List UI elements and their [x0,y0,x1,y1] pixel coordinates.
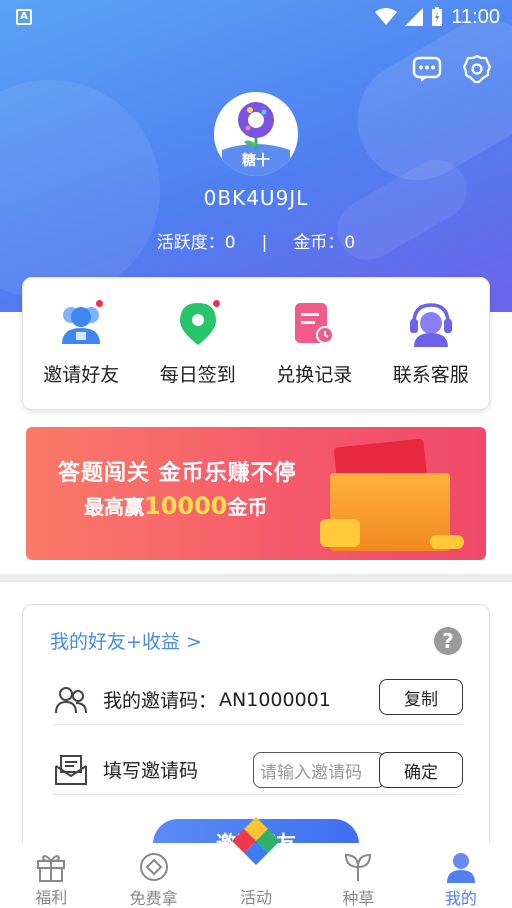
customer-service-action[interactable]: 联系客服 [373,278,490,409]
tab-label: 活动 [240,888,273,907]
section-divider [0,574,512,582]
sprout-icon [341,851,375,883]
users-icon [53,682,89,718]
fill-invite-code-label: 填写邀请码 [103,760,199,782]
coins-stat: 金币：0 [293,233,356,253]
tab-sprout[interactable]: 种草 [307,843,409,908]
my-invite-code-row: 我的邀请码： AN1000001 复制 [53,675,463,725]
banner-subline: 最高赢10000金币 [84,492,268,520]
user-icon [444,851,478,883]
invite-friends-action[interactable]: 邀请好友 [23,278,140,409]
tab-free[interactable]: 免费拿 [102,843,204,908]
activity-logo-icon[interactable] [230,815,282,867]
record-icon [290,300,338,348]
mail-icon [53,752,89,788]
tab-mine[interactable]: 我的 [410,843,512,908]
friends-icon [57,300,105,348]
wifi-icon [375,8,398,25]
avatar[interactable]: 糖十 [214,92,298,176]
daily-checkin-action[interactable]: 每日签到 [140,278,257,409]
gift-icon [34,851,68,882]
quick-action-label: 联系客服 [392,364,469,386]
quick-action-label: 邀请好友 [43,364,120,386]
signal-icon [405,8,424,26]
tab-label: 我的 [444,889,477,908]
tab-label: 免费拿 [129,889,178,908]
copy-button[interactable]: 复制 [379,679,463,715]
confirm-button[interactable]: 确定 [379,752,463,788]
notification-icon: A [16,9,32,25]
banner-number: 10000 [144,492,228,520]
tab-label: 种草 [342,889,375,908]
coin-icon [137,851,171,883]
status-bar: A 11:00 [0,0,512,34]
stats-separator: | [261,233,268,253]
user-stats: 活跃度：0 | 金币：0 [0,228,512,253]
activity-stat: 活跃度：0 [156,233,236,253]
quick-action-label: 每日签到 [159,364,236,386]
headset-icon [407,300,455,348]
location-pin-icon [174,300,222,348]
message-icon[interactable] [412,54,442,84]
tab-welfare[interactable]: 福利 [0,843,102,908]
tab-label: 福利 [35,888,68,907]
banner-headline: 答题闯关 金币乐赚不停 [58,461,297,486]
fill-invite-code-row: 填写邀请码 请输入邀请码 确定 [53,745,463,795]
invite-code-input[interactable]: 请输入邀请码 [253,752,385,788]
settings-icon[interactable] [462,54,492,84]
badge-dot [212,300,220,307]
coins-illustration [430,535,464,549]
battery-icon [432,7,443,26]
help-icon[interactable]: ? [434,627,462,655]
profile-page: A 11:00 糖十 0BK4U9JL 活跃度：0 | 金币：0 邀请好友 每日… [0,0,512,908]
quiz-banner[interactable]: 答题闯关 金币乐赚不停 最高赢10000金币 [26,427,486,560]
my-invite-code-value: AN1000001 [219,688,331,711]
coins-illustration [320,519,360,547]
friends-earnings-link[interactable]: 我的好友+收益 > [50,627,202,654]
exchange-record-action[interactable]: 兑换记录 [256,278,373,409]
quick-actions-card: 邀请好友 每日签到 兑换记录 联系客服 [22,277,490,410]
my-invite-code-label: 我的邀请码： [103,690,218,712]
clock: 11:00 [451,5,500,28]
username: 0BK4U9JL [203,186,309,210]
quick-action-label: 兑换记录 [276,364,353,386]
avatar-logo-text: 糖十 [242,153,270,169]
header-actions [412,54,492,84]
